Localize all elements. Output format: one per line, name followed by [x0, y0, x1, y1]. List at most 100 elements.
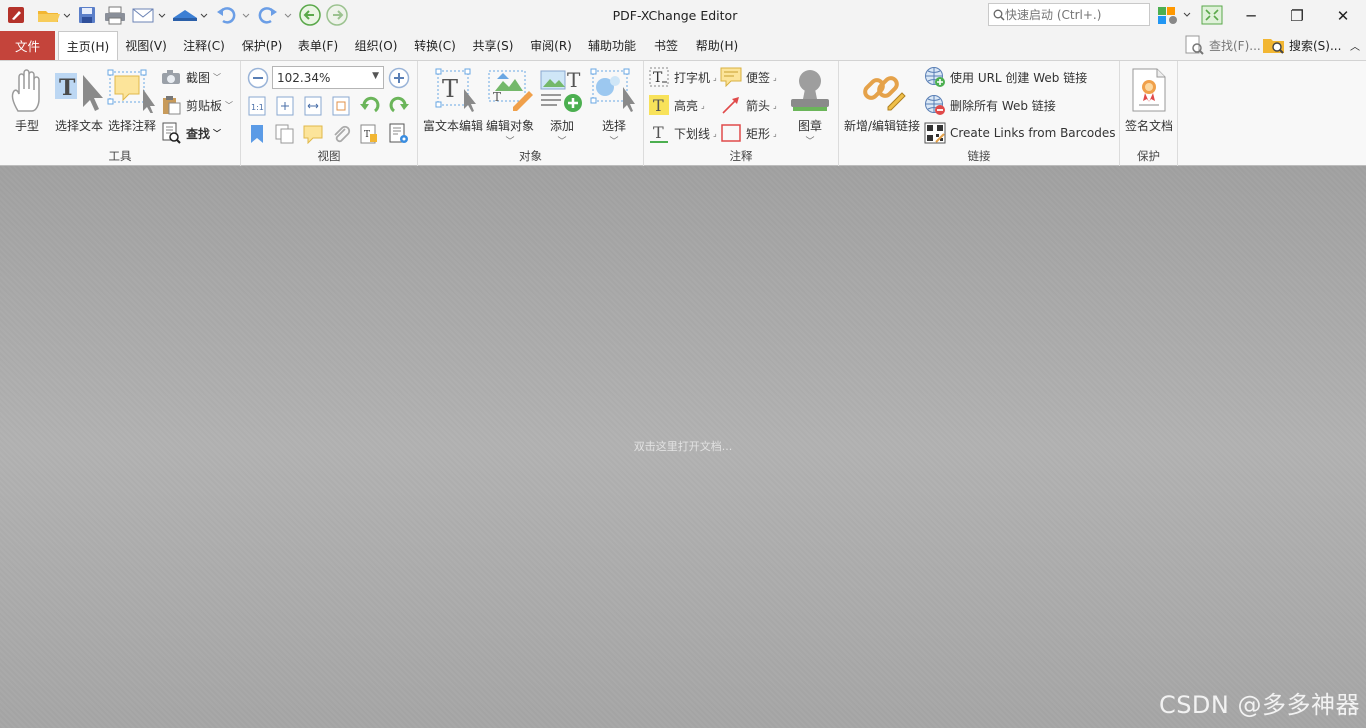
close-button[interactable]: ✕ — [1320, 0, 1366, 31]
print-icon[interactable] — [103, 4, 127, 26]
hand-tool-button[interactable]: 手型 — [4, 65, 50, 134]
add-object-button[interactable]: T 添加 ﹀ — [536, 65, 588, 147]
hand-icon — [4, 65, 50, 113]
group-objects: T 富文本编辑 T 编辑对象 ﹀ T 添加 ﹀ 选择 ﹀ 对象 — [418, 61, 644, 166]
comments-pane-icon[interactable] — [301, 122, 325, 146]
underline-button[interactable]: T 下划线 ⌟ — [648, 121, 717, 145]
chevron-down-icon: ﹀ — [805, 137, 815, 147]
new-edit-link-button[interactable]: 新增/编辑链接 — [841, 65, 923, 134]
attachment-icon[interactable] — [329, 122, 353, 146]
group-comment: T 打字机 ⌟ 便签 ⌟ T 高亮 ⌟ 箭头 ⌟ T 下划线 ⌟ 矩形 ⌟ 图章 ﹀ — [644, 61, 839, 166]
zoom-out-icon[interactable] — [246, 66, 270, 90]
find-button[interactable]: 查找(F)... — [1183, 33, 1261, 57]
redo-icon[interactable] — [254, 4, 294, 26]
remove-web-links-button[interactable]: 删除所有 Web 链接 — [924, 93, 1056, 117]
chevron-down-icon: ⌟ — [773, 128, 777, 138]
rotate-right-icon[interactable] — [386, 94, 412, 118]
find-tool-button[interactable]: 查找 ﹀ — [160, 121, 221, 145]
back-icon[interactable] — [298, 4, 322, 26]
quick-launch-input[interactable] — [1005, 7, 1145, 22]
tab-comment[interactable]: 注释(C) — [178, 31, 230, 60]
rich-text-edit-label: 富文本编辑 — [422, 119, 483, 133]
select-object-button[interactable]: 选择 ﹀ — [588, 65, 640, 147]
arrow-button[interactable]: 箭头 ⌟ — [720, 93, 777, 117]
chevron-down-icon: ⌟ — [773, 100, 777, 110]
clipboard-button[interactable]: 剪贴板 ﹀ — [160, 93, 233, 117]
select-object-icon — [588, 65, 640, 113]
email-icon[interactable] — [130, 4, 168, 26]
underline-icon: T — [648, 122, 670, 144]
create-url-links-label: 使用 URL 创建 Web 链接 — [950, 70, 1088, 85]
tab-review[interactable]: 审阅(R) — [525, 31, 577, 60]
tab-organize[interactable]: 组织(O) — [349, 31, 403, 60]
open-folder-icon[interactable] — [34, 4, 72, 26]
fit-page-icon[interactable] — [273, 94, 297, 118]
select-annotation-button[interactable]: 选择注释 — [106, 65, 158, 134]
minimize-button[interactable]: ─ — [1228, 0, 1274, 31]
tab-help[interactable]: 帮助(H) — [690, 31, 744, 60]
chevron-down-icon: ⌟ — [713, 72, 717, 82]
fit-width-icon[interactable] — [301, 94, 325, 118]
snapshot-button[interactable]: 截图 ﹀ — [160, 65, 221, 89]
forward-icon[interactable] — [325, 4, 349, 26]
thumbnails-icon[interactable] — [273, 122, 297, 146]
actual-size-icon[interactable]: 1:1 — [245, 94, 269, 118]
select-object-label: 选择 — [601, 119, 626, 133]
restore-button[interactable]: ❐ — [1274, 0, 1320, 31]
new-edit-link-label: 新增/编辑链接 — [843, 119, 921, 133]
sign-document-button[interactable]: 签名文档 — [1122, 65, 1176, 134]
rich-text-edit-button[interactable]: T 富文本编辑 — [420, 65, 486, 134]
typewriter-button[interactable]: T 打字机 ⌟ — [648, 65, 717, 89]
collapse-ribbon-icon[interactable]: ︿ — [1350, 33, 1360, 57]
rectangle-icon — [720, 122, 742, 144]
edit-objects-button[interactable]: T 编辑对象 ﹀ — [484, 65, 536, 147]
fit-visible-icon[interactable] — [329, 94, 353, 118]
tab-forms[interactable]: 表单(F) — [293, 31, 343, 60]
quick-launch-search[interactable] — [988, 3, 1150, 26]
svg-text:T: T — [567, 68, 581, 92]
tab-share[interactable]: 共享(S) — [467, 31, 519, 60]
edit-objects-icon: T — [484, 65, 536, 113]
tab-convert[interactable]: 转换(C) — [409, 31, 461, 60]
rotate-left-icon[interactable] — [357, 94, 383, 118]
save-icon[interactable] — [76, 4, 98, 26]
stamp-button[interactable]: 图章 ﹀ — [784, 65, 836, 147]
tab-home[interactable]: 主页(H) — [58, 31, 118, 61]
find-doc-icon — [160, 122, 182, 144]
zoom-level-select[interactable]: 102.34% ▼ — [272, 66, 384, 89]
search-button[interactable]: 搜索(S)... — [1262, 33, 1341, 57]
scan-icon[interactable] — [170, 4, 210, 26]
ui-options-icon[interactable] — [1155, 4, 1195, 26]
zoom-in-icon[interactable] — [387, 66, 411, 90]
highlight-button[interactable]: T 高亮 ⌟ — [648, 93, 705, 117]
file-menu[interactable]: 文件 — [0, 31, 55, 60]
underline-label: 下划线 — [674, 126, 711, 141]
app-logo-icon[interactable] — [4, 4, 28, 26]
chevron-down-icon: ﹀ — [505, 137, 515, 147]
document-canvas[interactable]: 双击这里打开文档... CSDN @多多神器 — [0, 166, 1366, 728]
sticky-note-button[interactable]: 便签 ⌟ — [720, 65, 777, 89]
highlight-label: 高亮 — [674, 98, 699, 113]
highlight-icon: T — [648, 94, 670, 116]
tab-accessibility[interactable]: 辅助功能 — [583, 31, 641, 60]
group-tools-label: 工具 — [108, 149, 132, 163]
tab-bookmarks[interactable]: 书签 — [648, 31, 684, 60]
rectangle-button[interactable]: 矩形 ⌟ — [720, 121, 777, 145]
tab-view[interactable]: 视图(V) — [120, 31, 172, 60]
select-annotation-icon — [106, 65, 158, 113]
fullscreen-icon[interactable] — [1200, 4, 1224, 26]
globe-remove-icon — [924, 94, 946, 116]
bookmark-icon[interactable] — [245, 122, 269, 146]
remove-web-links-label: 删除所有 Web 链接 — [950, 98, 1056, 113]
document-settings-icon[interactable] — [386, 122, 412, 146]
tab-protect[interactable]: 保护(P) — [236, 31, 288, 60]
select-text-button[interactable]: T 选择文本 — [52, 65, 106, 134]
links-from-barcodes-button[interactable]: Create Links from Barcodes — [924, 121, 1116, 145]
create-url-links-button[interactable]: 使用 URL 创建 Web 链接 — [924, 65, 1087, 89]
properties-icon[interactable]: T — [357, 122, 381, 146]
search-folder-icon — [1263, 39, 1284, 54]
undo-icon[interactable] — [214, 4, 252, 26]
arrow-label: 箭头 — [746, 98, 771, 113]
svg-text:T: T — [653, 123, 664, 142]
group-objects-label: 对象 — [519, 149, 542, 163]
